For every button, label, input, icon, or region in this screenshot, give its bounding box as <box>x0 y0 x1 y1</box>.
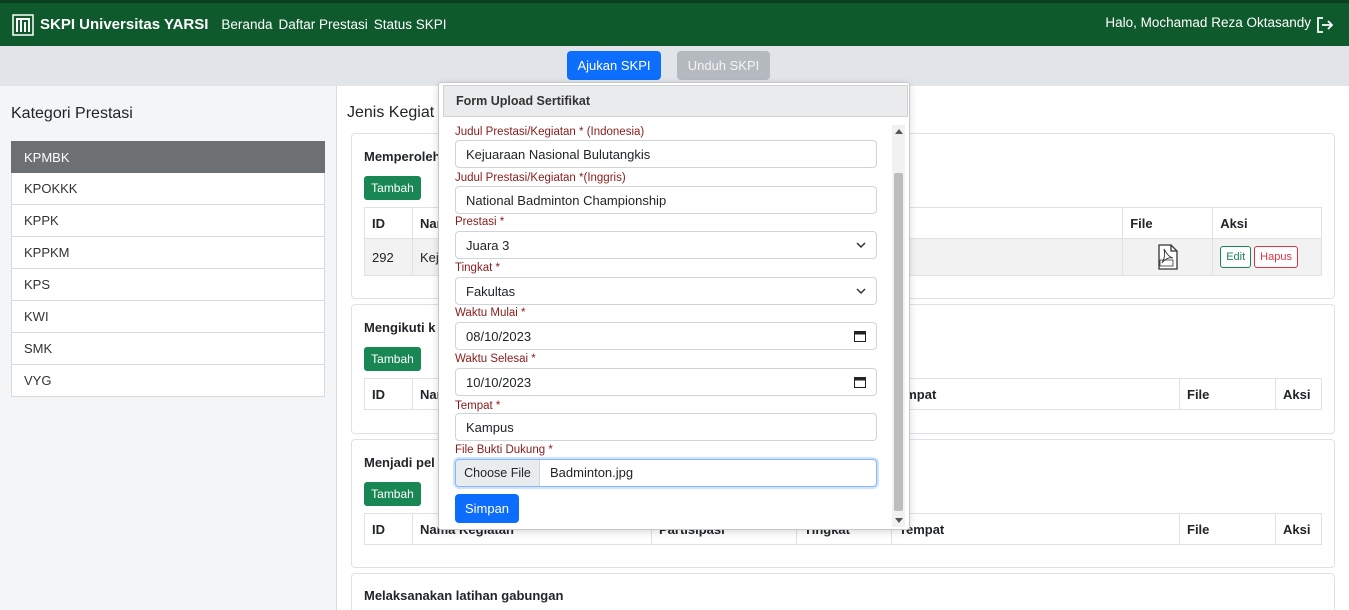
section-title: Melaksanakan latihan gabungan <box>364 588 564 603</box>
sidebar-title: Kategori Prestasi <box>11 105 133 122</box>
waktu-selesai-input[interactable]: 10/10/2023 <box>455 368 877 396</box>
modal-title: Form Upload Sertifikat <box>443 85 908 117</box>
waktu-mulai-input[interactable]: 08/10/2023 <box>455 322 877 350</box>
top-navbar: SKPI Universitas YARSI Beranda Daftar Pr… <box>0 0 1349 46</box>
judul-en-label: Judul Prestasi/Kegiatan *(Inggris) <box>455 172 626 184</box>
cell-file <box>1122 238 1214 276</box>
nav-link-daftar-prestasi[interactable]: Daftar Prestasi <box>278 17 367 32</box>
sidebar-item-kpokkk[interactable]: KPOKKK <box>11 173 325 205</box>
judul-id-input[interactable]: Kejuaraan Nasional Bulutangkis <box>455 140 877 168</box>
scroll-up-icon[interactable] <box>895 129 903 134</box>
section-card-melaksanakan: Melaksanakan latihan gabungan <box>351 573 1335 610</box>
logout-icon[interactable] <box>1315 15 1335 35</box>
cell-actions: Edit Hapus <box>1212 238 1322 276</box>
calendar-icon[interactable] <box>854 330 866 342</box>
file-name: Badminton.jpg <box>550 465 634 480</box>
file-label: File Bukti Dukung * <box>455 444 553 456</box>
upload-modal: Form Upload Sertifikat Judul Prestasi/Ke… <box>438 82 910 530</box>
tambah-button[interactable]: Tambah <box>364 176 421 200</box>
chevron-down-icon <box>856 242 866 249</box>
judul-en-input[interactable]: National Badminton Championship <box>455 186 877 214</box>
cell-id: 292 <box>364 238 413 276</box>
column-header: Aksi <box>1275 378 1322 410</box>
pdf-file-icon[interactable] <box>1156 244 1180 270</box>
unduh-skpi-button[interactable]: Unduh SKPI <box>677 51 770 80</box>
ajukan-skpi-button[interactable]: Ajukan SKPI <box>567 51 661 80</box>
section-title: Mengikuti k <box>364 320 436 335</box>
brand-name: SKPI Universitas YARSI <box>40 16 209 33</box>
simpan-button[interactable]: Simpan <box>455 494 519 523</box>
column-header: Aksi <box>1275 513 1322 545</box>
column-header: Aksi <box>1212 207 1322 239</box>
user-greeting: Halo, Mochamad Reza Oktasandy <box>1105 15 1311 30</box>
edit-button[interactable]: Edit <box>1220 246 1252 268</box>
sidebar-item-kppkm[interactable]: KPPKM <box>11 237 325 269</box>
calendar-icon[interactable] <box>854 376 866 388</box>
waktu-selesai-value: 10/10/2023 <box>466 375 532 390</box>
section-title: Memperoleh <box>364 149 441 164</box>
column-header: ID <box>364 207 413 239</box>
tingkat-select[interactable]: Fakultas <box>455 277 877 305</box>
chevron-down-icon <box>856 288 866 295</box>
prestasi-label: Prestasi * <box>455 216 505 228</box>
column-header: empat <box>890 378 1180 410</box>
waktu-mulai-value: 08/10/2023 <box>466 329 532 344</box>
sidebar-item-smk[interactable]: SMK <box>11 333 325 365</box>
judul-id-label: Judul Prestasi/Kegiatan * (Indonesia) <box>455 126 645 138</box>
column-header: ID <box>364 513 413 545</box>
scroll-down-icon[interactable] <box>895 518 903 523</box>
tempat-input[interactable]: Kampus <box>455 413 877 441</box>
prestasi-select[interactable]: Juara 3 <box>455 231 877 259</box>
column-header: ID <box>364 378 413 410</box>
sidebar-item-kppk[interactable]: KPPK <box>11 205 325 237</box>
tingkat-label: Tingkat * <box>455 262 500 274</box>
page-title: Jenis Kegiat <box>347 104 435 121</box>
column-header: File <box>1179 513 1276 545</box>
sidebar-item-kwi[interactable]: KWI <box>11 301 325 333</box>
column-header: File <box>1179 378 1276 410</box>
nav-link-beranda[interactable]: Beranda <box>221 17 272 32</box>
sidebar: Kategori Prestasi KPMBK KPOKKK KPPK KPPK… <box>0 86 337 610</box>
tempat-label: Tempat * <box>455 400 501 412</box>
file-input[interactable]: Choose File Badminton.jpg <box>455 459 877 487</box>
tambah-button[interactable]: Tambah <box>364 347 421 371</box>
hapus-button[interactable]: Hapus <box>1254 246 1298 268</box>
choose-file-button[interactable]: Choose File <box>456 460 540 486</box>
brand[interactable]: SKPI Universitas YARSI <box>12 13 209 36</box>
action-bar: Ajukan SKPI Unduh SKPI <box>0 46 1349 86</box>
waktu-mulai-label: Waktu Mulai * <box>455 307 526 319</box>
waktu-selesai-label: Waktu Selesai * <box>455 353 536 365</box>
prestasi-select-value: Juara 3 <box>466 238 510 253</box>
nav-link-status-skpi[interactable]: Status SKPI <box>374 17 447 32</box>
sidebar-item-kps[interactable]: KPS <box>11 269 325 301</box>
column-header: File <box>1122 207 1214 239</box>
category-list: KPMBK KPOKKK KPPK KPPKM KPS KWI SMK VYG <box>11 141 325 397</box>
scroll-thumb[interactable] <box>894 173 903 511</box>
section-title: Menjadi pel <box>364 455 435 470</box>
tingkat-select-value: Fakultas <box>466 284 516 299</box>
sidebar-item-kpmbk[interactable]: KPMBK <box>11 141 325 173</box>
tambah-button[interactable]: Tambah <box>364 482 421 506</box>
column-header: Tempat <box>891 513 1180 545</box>
modal-scrollbar[interactable] <box>892 125 905 527</box>
university-logo-icon <box>12 13 34 36</box>
sidebar-item-vyg[interactable]: VYG <box>11 365 325 397</box>
